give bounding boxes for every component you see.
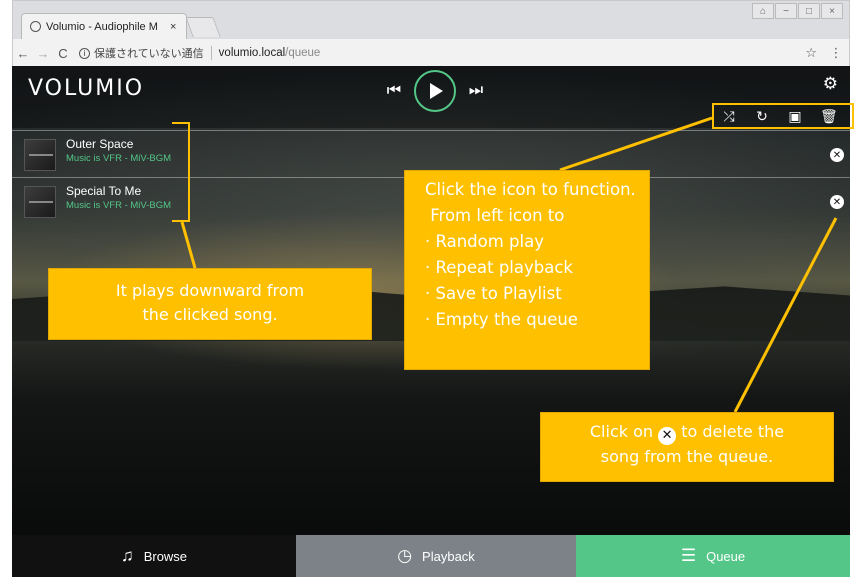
play-icon [430, 83, 443, 99]
tab-browse[interactable]: ♫ Browse [12, 535, 296, 577]
annotation-text: song from the queue. [600, 447, 774, 466]
annotation-delete-song: Click on ✕ to delete the song from the q… [540, 412, 834, 482]
browser-tab[interactable]: Volumio - Audiophile M × [21, 13, 187, 39]
remove-from-queue-icon[interactable]: ✕ [830, 195, 844, 209]
annotation-text: · Empty the queue [425, 310, 578, 329]
song-title: Outer Space [66, 137, 134, 151]
tab-close-icon[interactable]: × [170, 21, 176, 33]
window-controls: ⌂ − □ × [752, 3, 843, 19]
tab-playback-label: Playback [422, 548, 475, 564]
close-icon: ✕ [658, 427, 677, 445]
profile-button[interactable]: ⌂ [752, 3, 774, 19]
close-window-button[interactable]: × [821, 3, 843, 19]
browser-menu-icon[interactable]: ⋮ [827, 45, 845, 61]
list-icon: ☰ [680, 546, 697, 565]
back-icon[interactable]: ← [13, 46, 33, 61]
annotation-text: to delete the [681, 422, 785, 441]
annotation-text: · Random play [425, 232, 544, 251]
omnibox[interactable]: i 保護されていない通信 volumio.local /queue ☆ [79, 42, 827, 64]
volumio-logo: VOLUMIO [28, 76, 145, 101]
new-tab-button[interactable] [185, 17, 221, 37]
url-path: /queue [285, 47, 321, 59]
url-host: volumio.local [218, 47, 286, 59]
security-status: 保護されていない通信 [94, 48, 204, 60]
address-bar: ← → C i 保護されていない通信 volumio.local /queue … [13, 39, 849, 67]
tab-browse-label: Browse [143, 548, 188, 564]
bottom-nav: ♫ Browse ◷ Playback ☰ Queue [12, 535, 850, 577]
album-art [24, 186, 56, 218]
gear-icon[interactable]: ⚙ [823, 74, 838, 94]
song-artist: Music is VFR - MiV-BGM [66, 153, 172, 164]
transport-controls: ⏮ ⏭ [384, 70, 486, 112]
tab-queue-label: Queue [706, 548, 746, 564]
tab-playback[interactable]: ◷ Playback [296, 535, 576, 577]
annotation-text: Click on [589, 422, 654, 441]
tab-favicon-icon [30, 21, 41, 32]
omnibox-separator [210, 46, 212, 60]
annotation-text: · Save to Playlist [425, 284, 562, 303]
song-artist: Music is VFR - MiV-BGM [66, 200, 172, 211]
annotation-text: From left icon to [425, 206, 565, 225]
maximize-button[interactable]: □ [798, 3, 820, 19]
album-art [24, 139, 56, 171]
music-note-icon: ♫ [120, 546, 134, 565]
song-title: Special To Me [66, 184, 142, 198]
browser-window: Volumio - Audiophile M × ⌂ − □ × ← → C i… [12, 0, 850, 66]
annotation-text: · Repeat playback [425, 258, 573, 277]
annotation-text: It plays downward from [115, 281, 305, 300]
previous-track-button[interactable]: ⏮ [384, 82, 404, 100]
play-button[interactable] [414, 70, 456, 112]
annotation-text: the clicked song. [142, 305, 278, 324]
tab-title: Volumio - Audiophile M [46, 20, 158, 33]
annotation-bracket [172, 122, 190, 222]
tab-queue[interactable]: ☰ Queue [576, 535, 850, 577]
minimize-button[interactable]: − [775, 3, 797, 19]
annotation-plays-downward: It plays downward from the clicked song. [48, 268, 372, 340]
annotation-toolbar-highlight [712, 103, 854, 129]
remove-from-queue-icon[interactable]: ✕ [830, 148, 844, 162]
clock-icon: ◷ [397, 546, 413, 565]
forward-icon[interactable]: → [33, 46, 53, 61]
annotation-text: Click the icon to function. [425, 180, 636, 199]
annotation-text: Click on ✕ to delete the [541, 420, 833, 445]
tab-strip: Volumio - Audiophile M × ⌂ − □ × [13, 1, 849, 39]
bookmark-star-icon[interactable]: ☆ [805, 45, 817, 61]
info-icon[interactable]: i [79, 47, 90, 59]
next-track-button[interactable]: ⏭ [466, 82, 486, 100]
reload-icon[interactable]: C [53, 46, 73, 61]
annotation-queue-tools: Click the icon to function. From left ic… [404, 170, 650, 370]
